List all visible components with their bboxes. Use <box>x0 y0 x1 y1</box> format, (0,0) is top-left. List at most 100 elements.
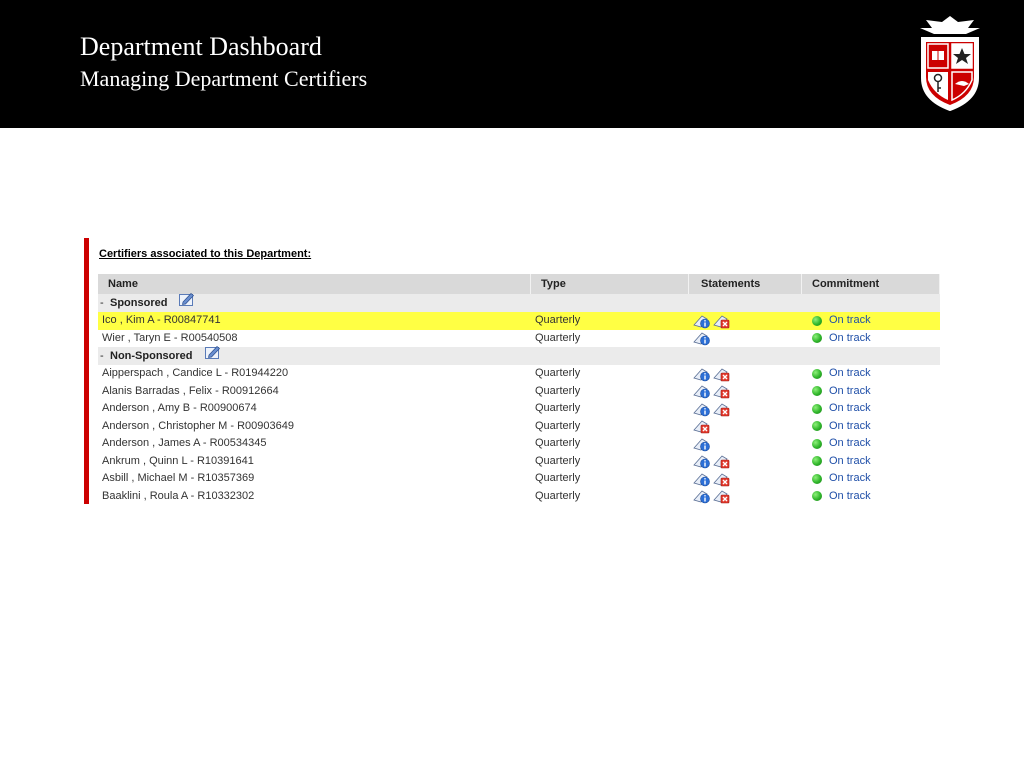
statement-actions <box>689 330 802 348</box>
status-dot-icon <box>812 315 822 326</box>
table-row[interactable]: Anderson , Christopher M - R00903649 Quar… <box>98 417 940 436</box>
commitment-link[interactable]: On track <box>829 383 871 400</box>
info-statement-icon[interactable] <box>693 313 711 329</box>
commitment-status: On track <box>802 488 940 506</box>
delete-statement-icon[interactable] <box>713 453 731 469</box>
edit-icon[interactable] <box>204 345 221 359</box>
statement-actions <box>689 453 802 471</box>
info-statement-icon[interactable] <box>693 453 711 469</box>
table-row[interactable]: Wier , Taryn E - R00540508 Quarterly On tr… <box>98 329 940 348</box>
statement-actions <box>689 400 802 418</box>
panel-accent-bar <box>84 238 89 504</box>
certification-type: Quarterly <box>535 419 581 432</box>
table-header: Name Type Statements Commitment <box>98 274 940 294</box>
statement-actions <box>689 312 802 330</box>
table-body: - Sponsored Ico , Kim A - R00847741 Quarter… <box>98 292 940 506</box>
status-dot-icon <box>812 403 822 414</box>
page-subtitle: Managing Department Certifiers <box>80 66 368 91</box>
statement-actions <box>689 383 802 401</box>
certifier-name[interactable]: Alanis Barradas , Felix - R00912664 <box>98 383 531 401</box>
certifier-name[interactable]: Asbill , Michael M - R10357369 <box>98 470 531 488</box>
certifier-name[interactable]: Aipperspach , Candice L - R01944220 <box>98 365 531 383</box>
certification-type: Quarterly <box>535 367 581 379</box>
commitment-status: On track <box>802 330 940 348</box>
info-statement-icon[interactable] <box>693 436 711 452</box>
column-header-name[interactable]: Name <box>98 274 531 294</box>
statement-actions <box>689 470 802 488</box>
commitment-link[interactable]: On track <box>829 435 871 452</box>
certification-type: Quarterly <box>535 331 581 344</box>
commitment-status: On track <box>802 435 940 453</box>
certification-type: Quarterly <box>535 402 581 414</box>
delete-statement-icon[interactable] <box>713 401 731 417</box>
delete-statement-icon[interactable] <box>693 418 711 434</box>
column-header-statements[interactable]: Statements <box>689 274 802 294</box>
group-row-sponsored: - Sponsored <box>98 292 940 312</box>
certifiers-table: Name Type Statements Commitment - Sponsor… <box>98 274 940 505</box>
commitment-link[interactable]: On track <box>829 488 871 505</box>
group-label: Sponsored <box>110 297 168 309</box>
edit-icon[interactable] <box>179 292 195 306</box>
delete-statement-icon[interactable] <box>713 366 731 382</box>
info-statement-icon[interactable] <box>693 471 711 487</box>
certifier-name[interactable]: Ico , Kim A - R00847741 <box>98 312 531 330</box>
table-row[interactable]: Anderson , Amy B - R00900674 Quarterly On … <box>98 400 940 418</box>
commitment-link[interactable]: On track <box>829 418 871 435</box>
commitment-link[interactable]: On track <box>829 400 871 417</box>
table-row[interactable]: Asbill , Michael M - R10357369 Quarterly O… <box>98 470 940 488</box>
delete-statement-icon[interactable] <box>713 471 731 487</box>
commitment-link[interactable]: On track <box>829 365 871 382</box>
certification-type: Quarterly <box>535 472 581 484</box>
commitment-link[interactable]: On track <box>829 453 871 470</box>
column-header-commitment[interactable]: Commitment <box>802 274 940 294</box>
table-row[interactable]: Anderson , James A - R00534345 Quarterly O… <box>98 435 940 453</box>
certification-type: Quarterly <box>535 489 581 502</box>
delete-statement-icon[interactable] <box>713 313 731 329</box>
commitment-link[interactable]: On track <box>829 312 871 329</box>
commitment-status: On track <box>802 383 940 401</box>
page-title: Department Dashboard <box>80 32 322 61</box>
certifier-name[interactable]: Baaklini , Roula A - R10332302 <box>98 488 531 506</box>
info-statement-icon[interactable] <box>693 401 711 417</box>
status-dot-icon <box>812 491 822 502</box>
statement-actions <box>689 418 802 436</box>
certifier-name[interactable]: Anderson , James A - R00534345 <box>98 435 531 453</box>
commitment-link[interactable]: On track <box>829 330 871 347</box>
info-statement-icon[interactable] <box>693 488 711 504</box>
status-dot-icon <box>812 386 822 397</box>
commitment-status: On track <box>802 312 940 330</box>
commitment-status: On track <box>802 453 940 471</box>
table-row[interactable]: Ico , Kim A - R00847741 Quarterly On track <box>98 312 940 330</box>
info-statement-icon[interactable] <box>693 366 711 382</box>
certifier-name[interactable]: Anderson , Christopher M - R00903649 <box>98 418 531 436</box>
certification-type: Quarterly <box>535 454 581 467</box>
table-row[interactable]: Alanis Barradas , Felix - R00912664 Quart… <box>98 382 940 401</box>
group-collapse-toggle[interactable]: - <box>100 297 110 309</box>
status-dot-icon <box>812 456 822 467</box>
table-row[interactable]: Baaklini , Roula A - R10332302 Quarterly O… <box>98 487 940 506</box>
header-banner: Department Dashboard Managing Department… <box>0 0 1024 128</box>
commitment-status: On track <box>802 418 940 436</box>
commitment-status: On track <box>802 470 940 488</box>
info-statement-icon[interactable] <box>693 383 711 399</box>
table-row[interactable]: Ankrum , Quinn L - R10391641 Quarterly On … <box>98 452 940 471</box>
table-row[interactable]: Aipperspach , Candice L - R01944220 Quart… <box>98 365 940 383</box>
commitment-status: On track <box>802 400 940 418</box>
statement-actions <box>689 365 802 383</box>
certification-type: Quarterly <box>535 437 581 449</box>
certifier-name[interactable]: Wier , Taryn E - R00540508 <box>98 330 531 348</box>
status-dot-icon <box>812 333 822 344</box>
certification-type: Quarterly <box>535 384 581 397</box>
statement-actions <box>689 435 802 453</box>
status-dot-icon <box>812 438 822 449</box>
university-seal-icon <box>920 16 980 112</box>
group-collapse-toggle[interactable]: - <box>100 350 110 362</box>
delete-statement-icon[interactable] <box>713 488 731 504</box>
certifier-name[interactable]: Anderson , Amy B - R00900674 <box>98 400 531 418</box>
certifier-name[interactable]: Ankrum , Quinn L - R10391641 <box>98 453 531 471</box>
delete-statement-icon[interactable] <box>713 383 731 399</box>
column-header-type[interactable]: Type <box>531 274 689 294</box>
certifiers-panel: Certifiers associated to this Department… <box>84 238 942 505</box>
commitment-link[interactable]: On track <box>829 470 871 487</box>
info-statement-icon[interactable] <box>693 330 711 346</box>
